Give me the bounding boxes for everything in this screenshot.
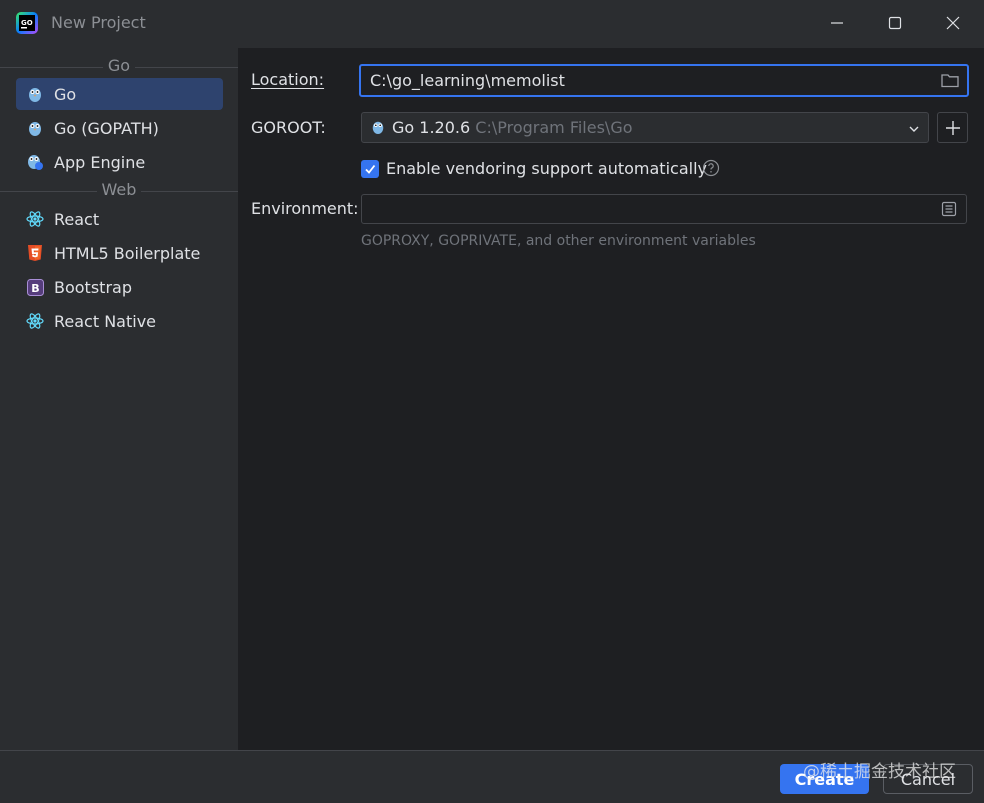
sidebar-item-label: Go xyxy=(54,84,77,104)
sidebar-item-label: React Native xyxy=(54,311,157,331)
maximize-icon xyxy=(888,16,902,30)
environment-hint: GOPROXY, GOPRIVATE, and other environmen… xyxy=(361,233,756,249)
environment-input[interactable] xyxy=(361,194,967,224)
react-icon xyxy=(26,210,44,228)
sidebar-item-bootstrap[interactable]: B Bootstrap xyxy=(16,271,223,303)
vendoring-checkbox[interactable] xyxy=(361,160,379,178)
sidebar-item-app-engine[interactable]: App Engine xyxy=(16,146,223,178)
goland-logo-icon: GO xyxy=(16,12,38,34)
document-icon[interactable] xyxy=(941,201,957,221)
gopher-icon xyxy=(371,119,385,139)
window-title: New Project xyxy=(51,13,146,32)
plus-icon xyxy=(945,120,960,135)
sidebar-item-label: App Engine xyxy=(54,152,146,172)
chevron-down-icon[interactable] xyxy=(908,121,920,139)
close-icon xyxy=(946,16,960,30)
sidebar-item-go-gopath[interactable]: Go (GOPATH) xyxy=(16,112,223,144)
watermark: @稀土掘金技术社区 xyxy=(803,762,956,782)
dialog-footer: Create Cancel @稀土掘金技术社区 xyxy=(0,750,984,803)
maximize-button[interactable] xyxy=(866,0,924,46)
add-sdk-button[interactable] xyxy=(937,112,968,143)
sidebar-item-label: Go (GOPATH) xyxy=(54,118,159,138)
project-type-sidebar: Go Go Go (GOPATH) App Engine Web React H… xyxy=(0,48,238,750)
environment-label: Environment: xyxy=(251,199,359,218)
gopher-icon xyxy=(26,85,44,103)
settings-panel: Location: C:\go_learning\memolist GOROOT… xyxy=(238,48,984,750)
app-engine-icon xyxy=(26,153,44,171)
sidebar-item-label: Bootstrap xyxy=(54,277,132,297)
svg-text:B: B xyxy=(31,282,39,295)
location-label: Location: xyxy=(251,70,325,89)
goroot-label: GOROOT: xyxy=(251,118,326,137)
minimize-icon xyxy=(831,22,843,24)
sidebar-item-react[interactable]: React xyxy=(16,203,223,235)
sidebar-item-go[interactable]: Go xyxy=(16,78,223,110)
html5-icon xyxy=(26,244,44,262)
goroot-select[interactable]: Go 1.20.6 C:\Program Files\Go xyxy=(361,112,929,143)
sidebar-item-html5-boilerplate[interactable]: HTML5 Boilerplate xyxy=(16,237,223,269)
bootstrap-icon: B xyxy=(26,278,44,296)
folder-icon[interactable] xyxy=(941,72,959,92)
title-bar: GO New Project xyxy=(0,0,984,48)
checkmark-icon xyxy=(365,164,376,174)
help-icon[interactable] xyxy=(702,159,720,181)
sidebar-item-label: React xyxy=(54,209,100,229)
group-label: Web xyxy=(96,180,142,199)
group-header-go: Go xyxy=(0,56,238,78)
location-input[interactable]: C:\go_learning\memolist xyxy=(359,64,969,97)
sidebar-item-react-native[interactable]: React Native xyxy=(16,305,223,337)
gopher-icon xyxy=(26,119,44,137)
goroot-version: Go 1.20.6 xyxy=(392,118,471,137)
vendoring-label[interactable]: Enable vendoring support automatically xyxy=(386,159,707,178)
location-value[interactable]: C:\go_learning\memolist xyxy=(370,71,565,90)
goroot-value: Go 1.20.6 C:\Program Files\Go xyxy=(392,118,633,137)
react-icon xyxy=(26,312,44,330)
goroot-path: C:\Program Files\Go xyxy=(475,118,633,137)
sidebar-item-label: HTML5 Boilerplate xyxy=(54,243,201,263)
group-label: Go xyxy=(102,56,136,75)
svg-text:GO: GO xyxy=(21,19,33,27)
minimize-button[interactable] xyxy=(808,0,866,46)
close-button[interactable] xyxy=(924,0,982,46)
group-header-web: Web xyxy=(0,180,238,202)
